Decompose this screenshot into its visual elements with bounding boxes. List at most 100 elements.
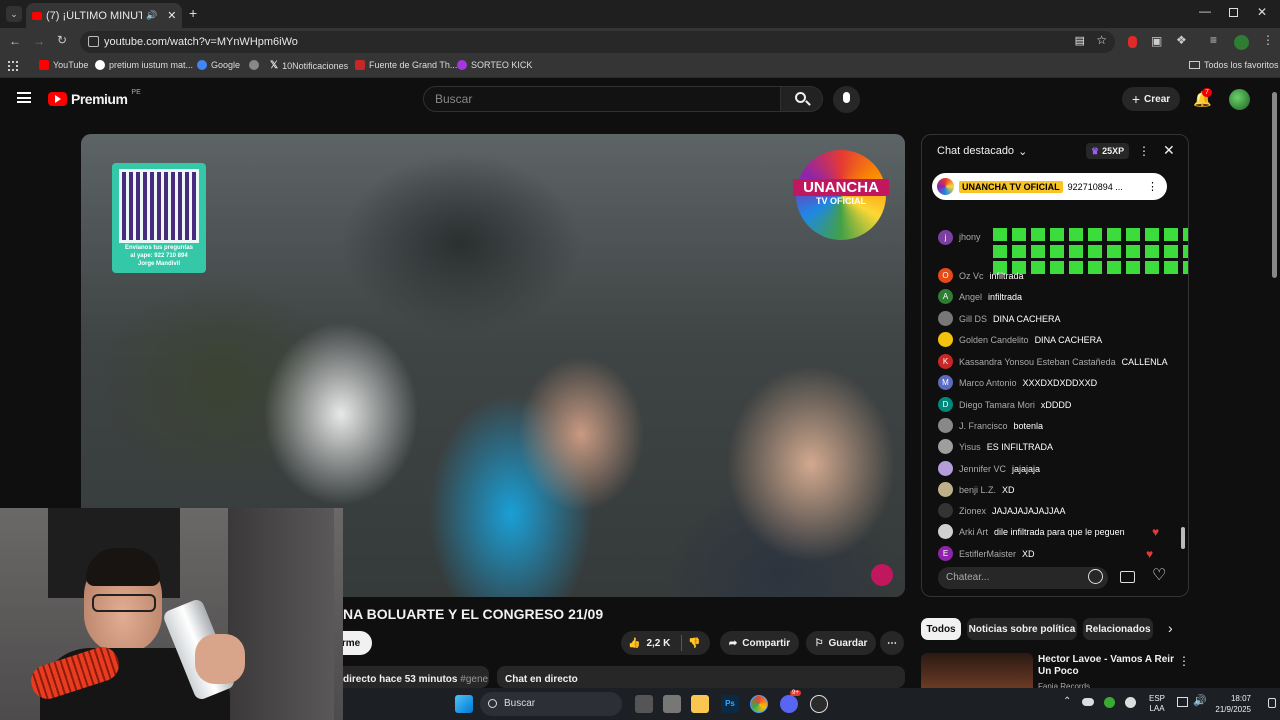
chat-message[interactable]: Yisus ES INFILTRADA <box>938 439 1053 454</box>
chat-message[interactable]: Jennifer VC jajajaja <box>938 461 1040 476</box>
bookmark-pretium[interactable]: pretium iustum mat... <box>95 60 193 70</box>
clock[interactable]: 18:07 21/9/2025 <box>1209 693 1251 715</box>
chat-avatar[interactable]: j <box>938 229 953 245</box>
pinned-message[interactable]: UNANCHA TV OFICIAL 922710894 ... ⋮ <box>932 173 1167 200</box>
windows-start-icon[interactable] <box>455 695 473 713</box>
chat-author[interactable]: Marco Antonio <box>959 378 1017 388</box>
chat-close-icon[interactable]: ✕ <box>1163 142 1175 159</box>
chat-message[interactable]: j jhony <box>938 214 1188 274</box>
notification-center-icon[interactable] <box>1268 698 1276 708</box>
tray-chevron-icon[interactable]: ⌃ <box>1063 696 1071 707</box>
pinned-menu-icon[interactable]: ⋮ <box>1147 180 1158 193</box>
profile-avatar[interactable] <box>1234 35 1249 50</box>
chat-author[interactable]: benji L.Z. <box>959 485 996 495</box>
reading-list-icon[interactable]: ≡ <box>1210 33 1217 47</box>
bookmark-youtube[interactable]: YouTube <box>39 60 88 70</box>
file-explorer-icon[interactable] <box>691 695 709 713</box>
chat-author[interactable]: Kassandra Yonsou Esteban Castañeda <box>959 357 1116 367</box>
chat-author[interactable]: Arki Art <box>959 527 988 537</box>
new-tab-icon[interactable]: + <box>189 5 197 21</box>
heart-icon[interactable]: ♡ <box>1152 565 1166 585</box>
chip-related[interactable]: Relacionados <box>1083 618 1153 640</box>
chat-message[interactable]: benji L.Z. XD <box>938 482 1015 497</box>
chat-menu-icon[interactable]: ⋮ <box>1138 144 1150 158</box>
chat-message[interactable]: D Diego Tamara Mori xDDDD <box>938 397 1071 412</box>
extensions-puzzle-icon[interactable]: ❖ <box>1176 33 1187 47</box>
related-title[interactable]: Hector Lavoe - Vamos A Reir Un Poco <box>1038 654 1178 678</box>
chip-politics[interactable]: Noticias sobre política <box>967 618 1077 640</box>
chat-author[interactable]: Zionex <box>959 506 986 516</box>
xbox-icon[interactable] <box>1104 697 1115 708</box>
chat-author[interactable]: J. Francisco <box>959 421 1008 431</box>
minimize-icon[interactable]: — <box>1199 4 1211 18</box>
task-view-icon[interactable] <box>635 695 653 713</box>
extension-red-icon[interactable] <box>1128 36 1137 48</box>
app-icon[interactable] <box>663 695 681 713</box>
cast-icon[interactable]: ▤ <box>1075 34 1085 47</box>
chat-author[interactable]: Golden Candelito <box>959 335 1029 345</box>
extension-card-icon[interactable]: ▣ <box>1151 34 1162 48</box>
hashtag[interactable]: #gene <box>460 674 488 685</box>
bookmark-google[interactable]: Google <box>197 60 240 70</box>
chat-author[interactable]: Diego Tamara Mori <box>959 400 1035 410</box>
maximize-icon[interactable] <box>1229 8 1238 17</box>
chat-message[interactable]: Gill DS DINA CACHERA <box>938 311 1061 326</box>
chat-avatar[interactable]: E <box>938 546 953 561</box>
description-box[interactable]: directo hace 53 minutos #gene <box>330 666 489 688</box>
chat-author[interactable]: Gill DS <box>959 314 987 324</box>
chrome-icon[interactable] <box>750 695 768 713</box>
chat-message[interactable]: Golden Candelito DINA CACHERA <box>938 332 1102 347</box>
all-bookmarks[interactable]: Todos los favoritos <box>1189 60 1279 70</box>
chat-message[interactable]: E EstiflerMaister XD ♥ <box>938 546 1153 561</box>
chat-author[interactable]: Jennifer VC <box>959 464 1006 474</box>
chat-avatar[interactable]: K <box>938 354 953 369</box>
account-avatar[interactable] <box>1229 89 1250 110</box>
chat-author[interactable]: Angel <box>959 292 982 302</box>
related-menu-icon[interactable]: ⋮ <box>1178 654 1190 668</box>
speaker-icon[interactable]: 🔊 <box>146 10 157 21</box>
thumbs-down-icon[interactable]: 👎 <box>688 638 700 649</box>
language-indicator[interactable]: ESP LAA <box>1149 694 1165 714</box>
chat-avatar[interactable] <box>938 461 953 476</box>
site-info-icon[interactable] <box>88 36 99 47</box>
chip-todos[interactable]: Todos <box>921 618 961 640</box>
window-close-icon[interactable]: ✕ <box>1257 5 1267 19</box>
hamburger-menu-icon[interactable] <box>17 92 31 103</box>
youtube-logo[interactable]: Premium PE <box>48 89 141 107</box>
bookmark-x[interactable]: 𝕏 10Notificaciones <box>270 60 348 71</box>
address-bar[interactable]: youtube.com/watch?v=MYnWHpm6iWo ▤ ☆ <box>80 31 1115 53</box>
onedrive-icon[interactable] <box>1082 698 1094 706</box>
reload-icon[interactable]: ↻ <box>57 33 67 47</box>
search-input[interactable]: Buscar <box>423 86 781 112</box>
chat-author[interactable]: Yisus <box>959 442 981 452</box>
chat-message[interactable]: A Angel infiltrada <box>938 289 1022 304</box>
bookmark-blank[interactable] <box>249 60 259 70</box>
notifications-button[interactable]: 🔔 7 <box>1193 88 1212 109</box>
more-actions-button[interactable]: ⋯ <box>880 631 904 655</box>
browser-menu-icon[interactable]: ⋮ <box>1262 33 1274 47</box>
chat-avatar[interactable] <box>938 524 953 539</box>
bookmark-sorteo[interactable]: SORTEO KICK <box>457 60 532 70</box>
like-button[interactable]: 👍 2,2 K 👎 <box>621 631 710 655</box>
chat-avatar[interactable] <box>938 503 953 518</box>
page-scrollbar[interactable] <box>1272 92 1277 278</box>
network-icon[interactable] <box>1177 697 1188 707</box>
chat-message[interactable]: J. Francisco botenla <box>938 418 1043 433</box>
obs-icon[interactable] <box>810 695 828 713</box>
chat-author[interactable]: Oz Vc <box>959 271 984 281</box>
chat-message[interactable]: Arki Art dile infiltrada para que le pegu… <box>938 524 1159 539</box>
chat-avatar[interactable]: M <box>938 375 953 390</box>
create-button[interactable]: + Crear <box>1122 87 1180 111</box>
taskbar-search[interactable]: Buscar <box>480 692 622 716</box>
photoshop-icon[interactable]: Ps <box>721 695 739 713</box>
apps-grid-icon[interactable] <box>8 61 18 71</box>
chat-avatar[interactable] <box>938 439 953 454</box>
bookmark-star-icon[interactable]: ☆ <box>1096 33 1107 47</box>
chat-mode-selector[interactable]: Chat destacado ⌄ <box>937 145 1027 158</box>
back-icon[interactable]: ← <box>9 34 21 48</box>
chat-avatar[interactable] <box>938 482 953 497</box>
steam-icon[interactable] <box>1125 697 1136 708</box>
chat-scrollbar[interactable] <box>1181 527 1185 549</box>
save-button[interactable]: ⚐ Guardar <box>806 631 876 655</box>
browser-tab[interactable]: (7) ¡ÚLTIMO MINUTO! M 🔊 ✕ <box>26 3 182 28</box>
